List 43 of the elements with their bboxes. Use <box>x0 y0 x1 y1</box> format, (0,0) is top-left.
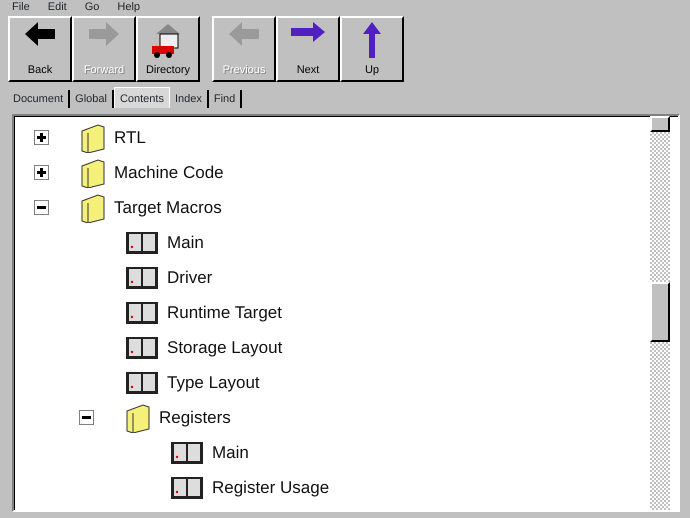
menu-item[interactable]: Edit <box>48 0 67 14</box>
toolbar-button[interactable]: Up <box>340 16 404 82</box>
tree-item[interactable]: Storage Layout <box>167 334 282 360</box>
book-icon <box>170 440 204 466</box>
tree-item[interactable]: Type Layout <box>167 370 260 396</box>
collapse-toggle-icon[interactable] <box>79 410 94 425</box>
menu-item[interactable]: Go <box>84 0 100 14</box>
right-arrow-icon <box>89 22 119 46</box>
collapse-toggle-icon[interactable] <box>34 200 49 215</box>
tree-item[interactable]: RTL <box>114 124 146 150</box>
tree-item[interactable]: Register Usage <box>212 474 330 500</box>
tree-item[interactable]: Main <box>167 230 204 256</box>
scroll-thumb[interactable] <box>650 282 670 342</box>
toolbar-button[interactable]: Back <box>8 16 72 82</box>
tree-item[interactable]: Registers <box>159 404 231 430</box>
tab[interactable]: Contents <box>114 87 170 108</box>
folder-icon <box>125 402 151 432</box>
book-icon <box>125 334 159 360</box>
book-icon <box>170 474 204 500</box>
menu-item[interactable]: File <box>12 0 30 14</box>
expand-toggle-icon[interactable] <box>34 165 49 180</box>
scroll-up-button[interactable] <box>650 116 670 132</box>
book-icon <box>125 300 159 326</box>
folder-icon <box>80 158 106 188</box>
tree-item[interactable]: Machine Code <box>114 160 224 186</box>
folder-icon <box>80 122 106 152</box>
menu-item[interactable]: Help <box>117 0 140 14</box>
right-arrow-icon <box>291 22 325 42</box>
toolbar-button[interactable]: Next <box>276 16 340 82</box>
tree-item[interactable]: Runtime Target <box>167 300 282 326</box>
expand-toggle-icon[interactable] <box>34 130 49 145</box>
tree-item[interactable]: Target Macros <box>114 194 222 220</box>
book-icon <box>125 264 159 290</box>
scrollbar[interactable] <box>650 116 670 510</box>
book-icon <box>125 230 159 256</box>
folder-icon <box>80 192 106 222</box>
left-arrow-icon <box>229 22 259 46</box>
toolbar-button[interactable]: Directory <box>136 16 200 82</box>
left-arrow-icon <box>25 22 55 46</box>
tree-item[interactable]: Main <box>212 440 249 466</box>
book-icon <box>125 370 159 396</box>
tree-item[interactable]: Driver <box>167 264 212 290</box>
up-arrow-icon <box>363 22 381 58</box>
